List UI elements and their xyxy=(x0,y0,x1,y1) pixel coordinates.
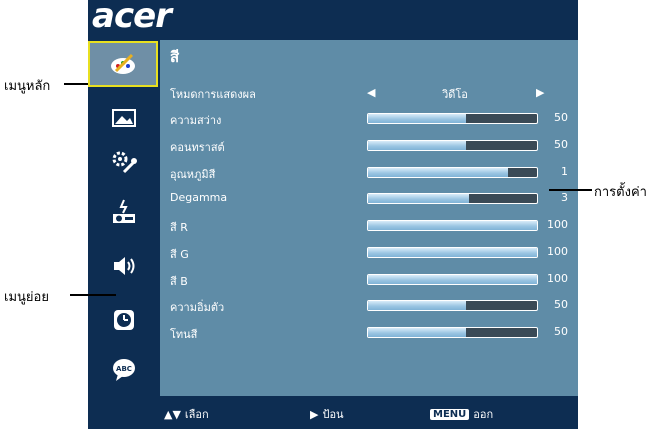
setting-slider[interactable] xyxy=(367,113,538,124)
callout-submenu-leader xyxy=(70,294,116,296)
menu-key-badge: MENU xyxy=(430,408,470,420)
hint-exit: MENU ออก xyxy=(430,405,493,423)
slider-fill xyxy=(368,114,467,123)
callout-settings-leader xyxy=(549,189,592,191)
sidebar-item-color[interactable] xyxy=(88,41,158,87)
sidebar-item-language[interactable]: ABC xyxy=(90,348,158,392)
setting-label: Degamma xyxy=(170,191,228,204)
setting-label: ความอิ่มตัว xyxy=(170,301,225,314)
slider-fill xyxy=(368,275,537,284)
sidebar-item-management[interactable] xyxy=(90,190,158,234)
setting-slider[interactable] xyxy=(367,167,538,178)
setting-slider[interactable] xyxy=(367,140,538,151)
slider-fill xyxy=(368,141,467,150)
setting-label: โทนสี xyxy=(170,328,198,341)
hint-enter-label: ป้อน xyxy=(322,408,344,421)
setting-label: สี B xyxy=(170,275,188,288)
setting-label: ความสว่าง xyxy=(170,114,222,127)
setting-value: 50 xyxy=(554,298,568,311)
setting-slider[interactable] xyxy=(367,247,538,258)
callout-settings: การตั้งค่า xyxy=(594,185,647,200)
callout-submenu: เมนูย่อย xyxy=(4,290,49,305)
speaker-audio-icon xyxy=(114,257,135,275)
setting-value: 50 xyxy=(554,325,568,338)
language-abc-icon: ABC xyxy=(113,359,135,381)
setting-value: 50 xyxy=(554,111,568,124)
setting-value: 100 xyxy=(547,272,568,285)
color-submenu-panel: สี โหมดการแสดงผล ◀ วิดีโอ ▶ ความสว่าง 50 ค… xyxy=(160,40,578,396)
setting-slider[interactable] xyxy=(367,327,538,338)
setting-row[interactable]: โทนสี 50 xyxy=(160,323,578,343)
sidebar-item-audio[interactable] xyxy=(90,244,158,288)
slider-fill xyxy=(368,301,467,310)
slider-fill xyxy=(368,328,467,337)
setting-slider[interactable] xyxy=(367,300,538,311)
up-down-arrow-icon: ▲▼ xyxy=(164,407,181,421)
setting-label: สี R xyxy=(170,221,188,234)
setting-value: 3 xyxy=(561,191,568,204)
callout-main-menu: เมนูหลัก xyxy=(4,79,51,94)
setting-row[interactable]: สี B 100 xyxy=(160,270,578,290)
setting-row[interactable]: สี R 100 xyxy=(160,216,578,236)
main-menu-sidebar: ABC xyxy=(88,40,160,396)
slider-fill xyxy=(368,168,509,177)
display-mode-row[interactable]: โหมดการแสดงผล ◀ วิดีโอ ▶ xyxy=(160,83,578,103)
setting-slider[interactable] xyxy=(367,274,538,285)
projector-management-icon xyxy=(113,199,135,223)
setting-row[interactable]: สี G 100 xyxy=(160,243,578,263)
setting-row[interactable]: ความสว่าง 50 xyxy=(160,109,578,129)
hint-select-label: เลือก xyxy=(184,408,209,421)
display-mode-label: โหมดการแสดงผล xyxy=(170,88,256,101)
clock-timer-icon xyxy=(114,310,134,330)
setting-row[interactable]: Degamma 3 xyxy=(160,189,578,209)
hint-enter: ▶ ป้อน xyxy=(310,405,344,423)
slider-fill xyxy=(368,194,470,203)
sidebar-item-image[interactable] xyxy=(90,96,158,140)
setting-label: สี G xyxy=(170,248,189,261)
setting-row[interactable]: อุณหภูมิสี 1 xyxy=(160,163,578,183)
setting-value: 1 xyxy=(561,165,568,178)
setting-row[interactable]: ความอิ่มตัว 50 xyxy=(160,296,578,316)
arrow-right-icon: ▶ xyxy=(310,407,319,421)
callout-main-menu-leader xyxy=(64,83,88,85)
settings-tools-icon xyxy=(112,151,137,174)
acer-logo: acer xyxy=(92,0,172,36)
arrow-right-icon[interactable]: ▶ xyxy=(536,86,544,99)
sidebar-item-settings[interactable] xyxy=(90,141,158,185)
setting-label: อุณหภูมิสี xyxy=(170,168,216,181)
sidebar-item-timer[interactable] xyxy=(90,298,158,342)
hint-select: ▲▼ เลือก xyxy=(164,405,209,423)
key-hint-bar: ▲▼ เลือก ▶ ป้อน MENU ออก xyxy=(160,396,578,429)
svg-text:ABC: ABC xyxy=(116,365,132,373)
slider-fill xyxy=(368,221,537,230)
setting-value: 100 xyxy=(547,245,568,258)
setting-slider[interactable] xyxy=(367,220,538,231)
hint-exit-label: ออก xyxy=(473,408,494,421)
image-icon xyxy=(112,109,136,127)
setting-row[interactable]: คอนทราสต์ 50 xyxy=(160,136,578,156)
color-palette-icon xyxy=(111,53,135,74)
display-mode-value: วิดีโอ xyxy=(442,88,468,101)
setting-value: 100 xyxy=(547,218,568,231)
setting-slider[interactable] xyxy=(367,193,538,204)
arrow-left-icon[interactable]: ◀ xyxy=(367,86,375,99)
page-title: สี xyxy=(170,48,180,66)
setting-value: 50 xyxy=(554,138,568,151)
setting-label: คอนทราสต์ xyxy=(170,141,225,154)
slider-fill xyxy=(368,248,537,257)
